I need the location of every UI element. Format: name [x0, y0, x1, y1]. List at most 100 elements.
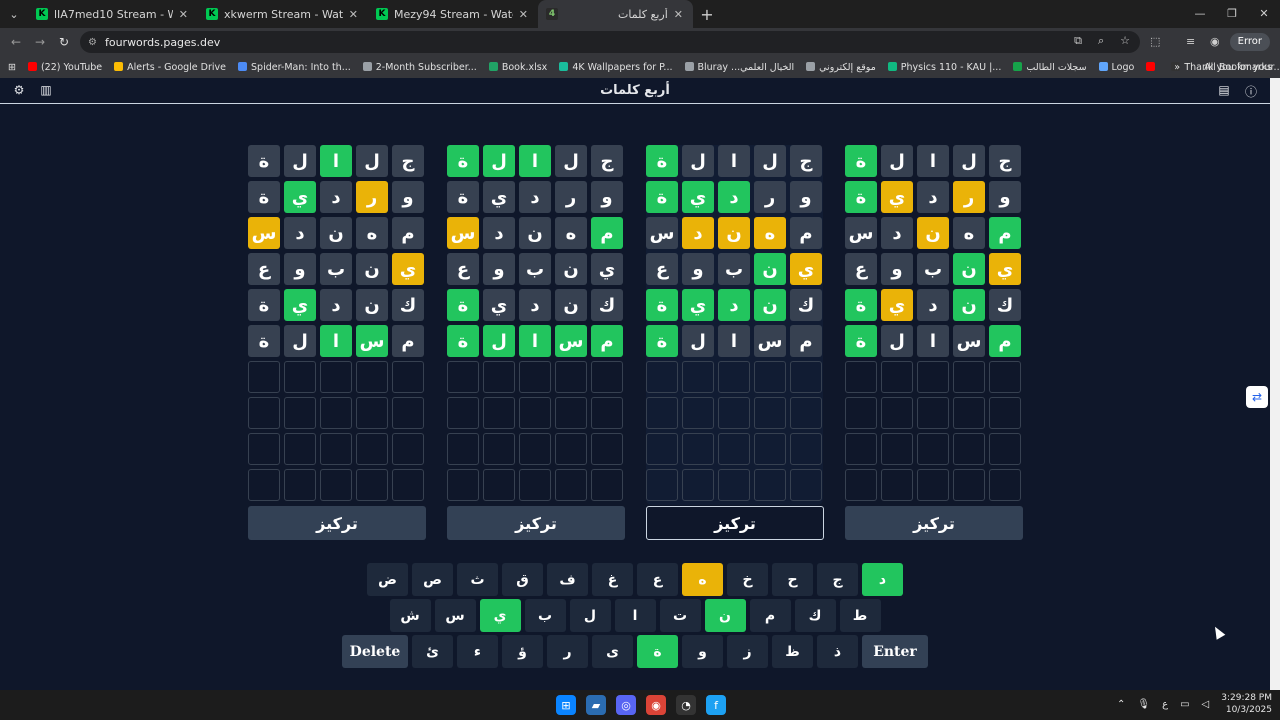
url-field[interactable]: ⚙ fourwords.pages.dev ⧉ ⌕ ☆: [80, 31, 1140, 53]
close-tab-icon[interactable]: ✕: [179, 8, 188, 21]
letter-key[interactable]: ق: [502, 563, 543, 596]
back-icon[interactable]: ←: [4, 35, 28, 49]
letter-tile: ب: [917, 253, 949, 285]
letter-key[interactable]: ر: [547, 635, 588, 668]
letter-key[interactable]: ا: [614, 599, 656, 632]
tab-search-icon[interactable]: ⌄: [0, 0, 28, 28]
install-icon[interactable]: ⧉: [1074, 34, 1082, 48]
letter-key[interactable]: ص: [412, 563, 453, 596]
page-scrollbar[interactable]: [1270, 78, 1280, 690]
enter-key[interactable]: Enter: [862, 635, 928, 668]
letter-key[interactable]: ط: [839, 599, 881, 632]
bookmark-item[interactable]: [1146, 61, 1159, 73]
language-indicator[interactable]: ع: [1162, 699, 1168, 710]
letter-key[interactable]: ث: [457, 563, 498, 596]
letter-key[interactable]: ظ: [772, 635, 813, 668]
forward-icon[interactable]: →: [28, 35, 52, 49]
letter-key[interactable]: ه: [682, 563, 723, 596]
letter-key[interactable]: ء: [457, 635, 498, 668]
browser-tab[interactable]: K lIA7med10 Stream - Watch Live ✕: [28, 0, 198, 28]
close-tab-icon[interactable]: ✕: [674, 8, 683, 21]
bookmark-item[interactable]: (22) YouTube: [27, 61, 102, 73]
letter-key[interactable]: ل: [569, 599, 611, 632]
letter-key[interactable]: و: [682, 635, 723, 668]
network-icon[interactable]: ▭: [1180, 699, 1189, 710]
letter-key[interactable]: م: [749, 599, 791, 632]
start-icon[interactable]: ⊞: [556, 695, 576, 715]
letter-key[interactable]: ذ: [817, 635, 858, 668]
bookmark-item[interactable]: 2-Month Subscriber...: [362, 61, 477, 73]
profile-icon[interactable]: ◉: [1210, 28, 1220, 56]
zoom-icon[interactable]: ⌕: [1098, 34, 1104, 48]
letter-key[interactable]: ى: [592, 635, 633, 668]
extensions-icon[interactable]: ⬚: [1150, 28, 1160, 56]
clock[interactable]: 3:29:28 PM 10/3/2025: [1221, 692, 1272, 716]
star-icon[interactable]: ☆: [1120, 34, 1130, 48]
info-icon[interactable]: ⓘ: [1243, 83, 1259, 100]
letter-key[interactable]: ع: [637, 563, 678, 596]
letter-key[interactable]: غ: [592, 563, 633, 596]
translate-widget-icon[interactable]: ⇄: [1246, 386, 1268, 408]
media-icon[interactable]: ≡: [1186, 28, 1195, 56]
letter-key[interactable]: ف: [547, 563, 588, 596]
letter-key[interactable]: ز: [727, 635, 768, 668]
letter-key[interactable]: ؤ: [502, 635, 543, 668]
new-tab-button[interactable]: +: [693, 5, 721, 24]
bookmark-item[interactable]: Bluray ...الخيال العلمي: [684, 61, 794, 73]
letter-key[interactable]: خ: [727, 563, 768, 596]
bookmark-item[interactable]: Logo: [1098, 61, 1134, 73]
focus-button-1[interactable]: تركيز: [248, 506, 426, 540]
letter-key[interactable]: ت: [659, 599, 701, 632]
reload-icon[interactable]: ↻: [52, 35, 76, 49]
bookmark-item[interactable]: 4K Wallpapers for P...: [559, 61, 673, 73]
file-explorer-icon[interactable]: ▰: [586, 695, 606, 715]
discord-icon[interactable]: ◎: [616, 695, 636, 715]
focus-button-3[interactable]: تركيز: [646, 506, 824, 540]
chrome-icon[interactable]: ◉: [646, 695, 666, 715]
bookmark-item[interactable]: Physics 110 - KAU |...: [887, 61, 1001, 73]
mic-icon[interactable]: 🎙: [1137, 699, 1150, 710]
letter-key[interactable]: ة: [637, 635, 678, 668]
letter-key[interactable]: ج: [817, 563, 858, 596]
letter-key[interactable]: ش: [389, 599, 431, 632]
app-icon[interactable]: f: [706, 695, 726, 715]
letter-key[interactable]: ي: [479, 599, 521, 632]
site-info-icon[interactable]: ⚙: [88, 37, 97, 48]
close-tab-icon[interactable]: ✕: [349, 8, 358, 21]
clock-app-icon[interactable]: ◔: [676, 695, 696, 715]
letter-key[interactable]: ئ: [412, 635, 453, 668]
settings-icon[interactable]: ⚙: [11, 83, 27, 97]
bookmark-item[interactable]: موقع إلكتروني: [806, 61, 876, 73]
letter-key[interactable]: ك: [794, 599, 836, 632]
letter-key[interactable]: د: [862, 563, 903, 596]
bookmark-item[interactable]: Alerts - Google Drive: [114, 61, 226, 73]
all-bookmarks[interactable]: All Bookmarks: [1204, 62, 1272, 73]
bookmark-item[interactable]: Book.xlsx: [488, 61, 547, 73]
focus-button-2[interactable]: تركيز: [447, 506, 625, 540]
delete-key[interactable]: Delete: [342, 635, 408, 668]
browser-tab[interactable]: K Mezy94 Stream - Watch Live on ✕: [368, 0, 538, 28]
letter-key[interactable]: ن: [704, 599, 746, 632]
minimize-icon[interactable]: —: [1184, 0, 1216, 28]
letter-tile: ل: [555, 145, 587, 177]
apps-icon[interactable]: ⊞: [8, 62, 16, 73]
stats-icon[interactable]: ▥: [38, 83, 54, 97]
focus-button-4[interactable]: تركيز: [845, 506, 1023, 540]
restore-icon[interactable]: ❐: [1216, 0, 1248, 28]
browser-tab[interactable]: K xkwerm Stream - Watch Live on ✕: [198, 0, 368, 28]
bookmark-item[interactable]: Spider-Man: Into th...: [238, 61, 351, 73]
letter-key[interactable]: ض: [367, 563, 408, 596]
letter-key[interactable]: ح: [772, 563, 813, 596]
chevron-up-icon[interactable]: ⌃: [1117, 699, 1125, 710]
calendar-icon[interactable]: ▤: [1216, 83, 1232, 97]
letter-key[interactable]: ب: [524, 599, 566, 632]
bookmark-item[interactable]: سجلات الطالب: [1013, 61, 1087, 73]
letter-key[interactable]: س: [434, 599, 476, 632]
volume-icon[interactable]: ◁: [1202, 699, 1210, 710]
close-window-icon[interactable]: ✕: [1248, 0, 1280, 28]
error-badge[interactable]: Error: [1229, 33, 1270, 51]
close-tab-icon[interactable]: ✕: [519, 8, 528, 21]
more-bookmarks-icon[interactable]: »: [1174, 62, 1180, 73]
board-row: ةيدنك: [248, 289, 425, 321]
browser-tab-active[interactable]: 4 أربع كلمات ✕: [538, 0, 693, 28]
